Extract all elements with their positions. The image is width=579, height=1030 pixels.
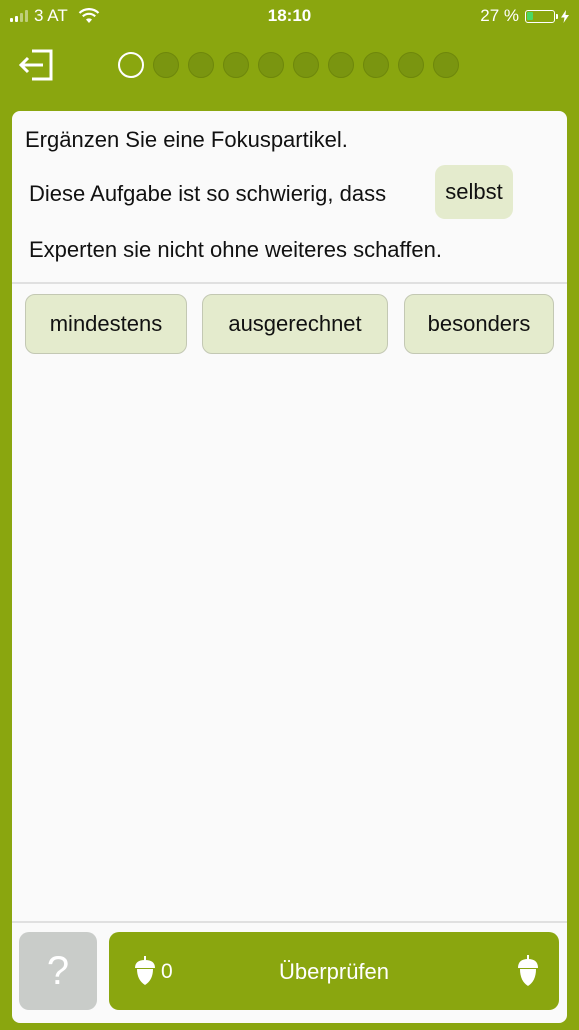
progress-dot xyxy=(363,52,389,78)
acorn-icon xyxy=(518,955,538,986)
gap-answer-chip[interactable]: selbst xyxy=(435,165,513,219)
progress-dot xyxy=(258,52,284,78)
exit-button[interactable] xyxy=(16,45,56,85)
status-right: 27 % xyxy=(480,6,569,26)
progress-dot xyxy=(153,52,179,78)
option-ausgerechnet[interactable]: ausgerechnet xyxy=(202,294,388,354)
progress-dot xyxy=(328,52,354,78)
progress-dot xyxy=(398,52,424,78)
sentence-line-1: Diese Aufgabe ist so schwierig, dass xyxy=(29,181,387,206)
option-besonders[interactable]: besonders xyxy=(404,294,554,354)
battery-percent: 27 % xyxy=(480,6,519,25)
status-bar: 3 AT 18:10 27 % xyxy=(0,0,579,34)
progress-dot xyxy=(293,52,319,78)
charging-bolt-icon xyxy=(561,9,569,23)
check-button-label: Überprüfen xyxy=(278,959,390,984)
battery-icon xyxy=(525,9,558,23)
help-button[interactable]: ? xyxy=(19,932,97,1010)
footer-divider xyxy=(12,921,567,923)
progress-dot xyxy=(223,52,249,78)
progress-dot xyxy=(188,52,214,78)
divider xyxy=(12,282,567,284)
progress-dot-current xyxy=(118,52,144,78)
check-button[interactable]: 0 Überprüfen xyxy=(109,932,559,1010)
progress-indicator xyxy=(118,52,459,78)
battery-level xyxy=(527,11,533,20)
exit-icon xyxy=(18,49,53,81)
option-mindestens[interactable]: mindestens xyxy=(25,294,187,354)
exercise-card: Ergänzen Sie eine Fokuspartikel. Diese A… xyxy=(12,111,567,1023)
progress-dot xyxy=(433,52,459,78)
sentence-line-2: Experten sie nicht ohne weiteres schaffe… xyxy=(29,237,442,262)
instruction-text: Ergänzen Sie eine Fokuspartikel. xyxy=(25,127,348,152)
